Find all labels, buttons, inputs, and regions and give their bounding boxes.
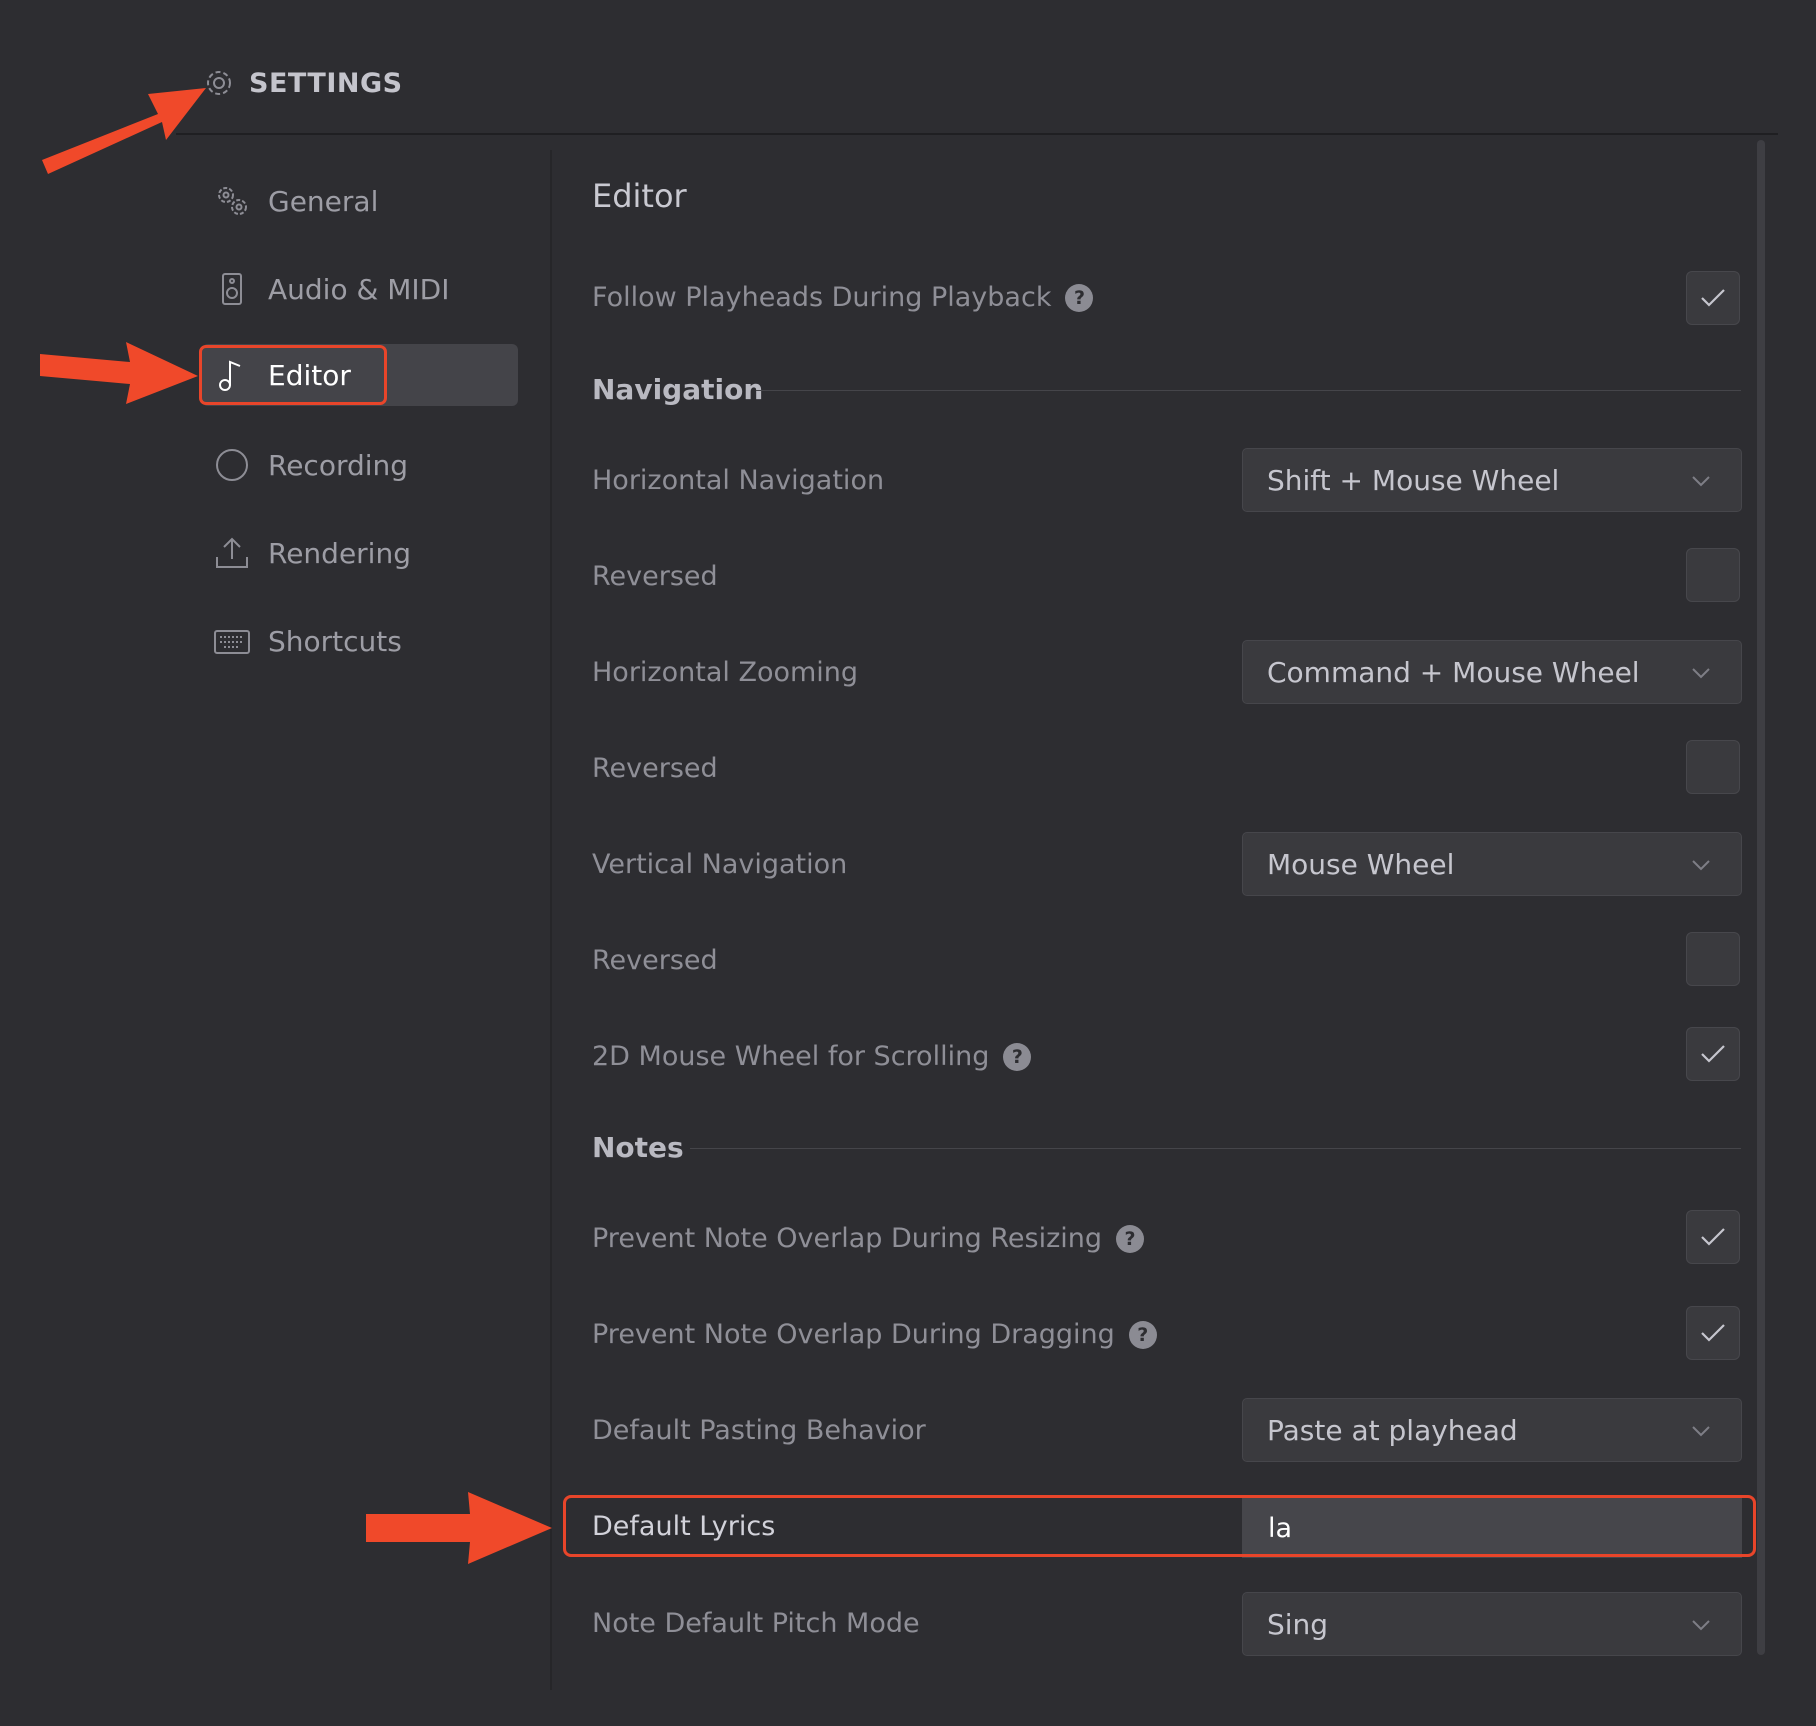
group-divider: [756, 390, 1741, 391]
annotation-arrow-icon: [42, 88, 206, 174]
prevent-overlap-resizing-checkbox[interactable]: [1686, 1210, 1740, 1264]
horizontal-zooming-select[interactable]: Command + Mouse Wheel: [1242, 640, 1742, 704]
annotation-highlight-default-lyrics: [563, 1495, 1756, 1557]
speaker-icon: [214, 271, 250, 307]
help-icon[interactable]: ?: [1128, 1321, 1157, 1349]
chevron-down-icon: [1692, 476, 1710, 487]
sidebar-item-label: Audio & MIDI: [268, 272, 450, 306]
chevron-down-icon: [1692, 1426, 1710, 1437]
row-label-text: Prevent Note Overlap During Resizing: [592, 1223, 1102, 1254]
sidebar-item-label: General: [268, 184, 379, 218]
mouse-wheel-2d-checkbox[interactable]: [1686, 1027, 1740, 1081]
upload-icon: [214, 535, 250, 571]
chevron-down-icon: [1692, 860, 1710, 871]
horizontal-zooming-reversed-checkbox[interactable]: [1686, 740, 1740, 794]
horizontal-zooming-label: Horizontal Zooming: [592, 657, 859, 688]
horizontal-zooming-reversed-label: Reversed: [592, 753, 718, 784]
vertical-navigation-reversed-label: Reversed: [592, 945, 718, 976]
sidebar-item-general[interactable]: General: [202, 170, 518, 232]
section-title: Editor: [592, 177, 687, 215]
default-pasting-select[interactable]: Paste at playhead: [1242, 1398, 1742, 1462]
keyboard-icon: [214, 623, 250, 659]
sidebar-item-rendering[interactable]: Rendering: [202, 522, 518, 584]
prevent-overlap-dragging-checkbox[interactable]: [1686, 1306, 1740, 1360]
group-title-notes: Notes: [592, 1131, 684, 1164]
header-divider: [176, 133, 1778, 135]
annotation-arrow-icon: [366, 1492, 552, 1564]
group-divider: [690, 1148, 1741, 1149]
vertical-navigation-reversed-checkbox[interactable]: [1686, 932, 1740, 986]
prevent-overlap-resizing-label: Prevent Note Overlap During Resizing ?: [592, 1219, 1144, 1259]
annotation-arrow-icon: [40, 342, 198, 404]
sidebar-item-label: Recording: [268, 448, 409, 482]
sidebar-item-recording[interactable]: Recording: [202, 434, 518, 496]
sidebar-item-audio-midi[interactable]: Audio & MIDI: [202, 258, 518, 320]
note-pitch-mode-label: Note Default Pitch Mode: [592, 1608, 920, 1639]
select-value: Paste at playhead: [1267, 1413, 1518, 1447]
help-icon[interactable]: ?: [1116, 1225, 1144, 1253]
annotation-highlight-editor: [199, 345, 387, 405]
checkmark-icon: [1701, 1228, 1725, 1246]
horizontal-navigation-reversed-checkbox[interactable]: [1686, 548, 1740, 602]
vertical-navigation-label: Vertical Navigation: [592, 849, 848, 880]
follow-playheads-label: Follow Playheads During Playback ?: [592, 278, 1094, 318]
row-label-text: Follow Playheads During Playback: [592, 282, 1052, 313]
help-icon[interactable]: ?: [1003, 1043, 1032, 1071]
select-value: Mouse Wheel: [1267, 847, 1455, 881]
sidebar-item-label: Rendering: [268, 536, 411, 570]
row-label-text: Prevent Note Overlap During Dragging: [592, 1319, 1115, 1350]
vertical-navigation-select[interactable]: Mouse Wheel: [1242, 832, 1742, 896]
follow-playheads-checkbox[interactable]: [1686, 271, 1740, 325]
horizontal-navigation-label: Horizontal Navigation: [592, 465, 885, 496]
checkmark-icon: [1701, 289, 1725, 307]
chevron-down-icon: [1692, 668, 1710, 679]
scrollbar[interactable]: [1757, 140, 1765, 1655]
page-title: SETTINGS: [249, 68, 403, 99]
group-title-navigation: Navigation: [592, 373, 764, 406]
help-icon[interactable]: ?: [1065, 284, 1094, 312]
horizontal-navigation-select[interactable]: Shift + Mouse Wheel: [1242, 448, 1742, 512]
gear-icon: [204, 68, 234, 98]
circle-icon: [214, 447, 250, 483]
mouse-wheel-2d-label: 2D Mouse Wheel for Scrolling ?: [592, 1037, 1032, 1077]
chevron-down-icon: [1692, 1620, 1710, 1631]
gears-icon: [214, 183, 250, 219]
select-value: Command + Mouse Wheel: [1267, 655, 1640, 689]
select-value: Sing: [1267, 1607, 1329, 1641]
prevent-overlap-dragging-label: Prevent Note Overlap During Dragging ?: [592, 1315, 1157, 1355]
note-pitch-mode-select[interactable]: Sing: [1242, 1592, 1742, 1656]
checkmark-icon: [1701, 1045, 1725, 1063]
row-label-text: 2D Mouse Wheel for Scrolling: [592, 1041, 990, 1072]
sidebar-item-shortcuts[interactable]: Shortcuts: [202, 610, 518, 672]
sidebar-item-label: Shortcuts: [268, 624, 402, 658]
checkmark-icon: [1701, 1324, 1725, 1342]
horizontal-navigation-reversed-label: Reversed: [592, 561, 718, 592]
default-pasting-label: Default Pasting Behavior: [592, 1415, 926, 1446]
sidebar-divider: [550, 150, 552, 1690]
select-value: Shift + Mouse Wheel: [1267, 463, 1560, 497]
